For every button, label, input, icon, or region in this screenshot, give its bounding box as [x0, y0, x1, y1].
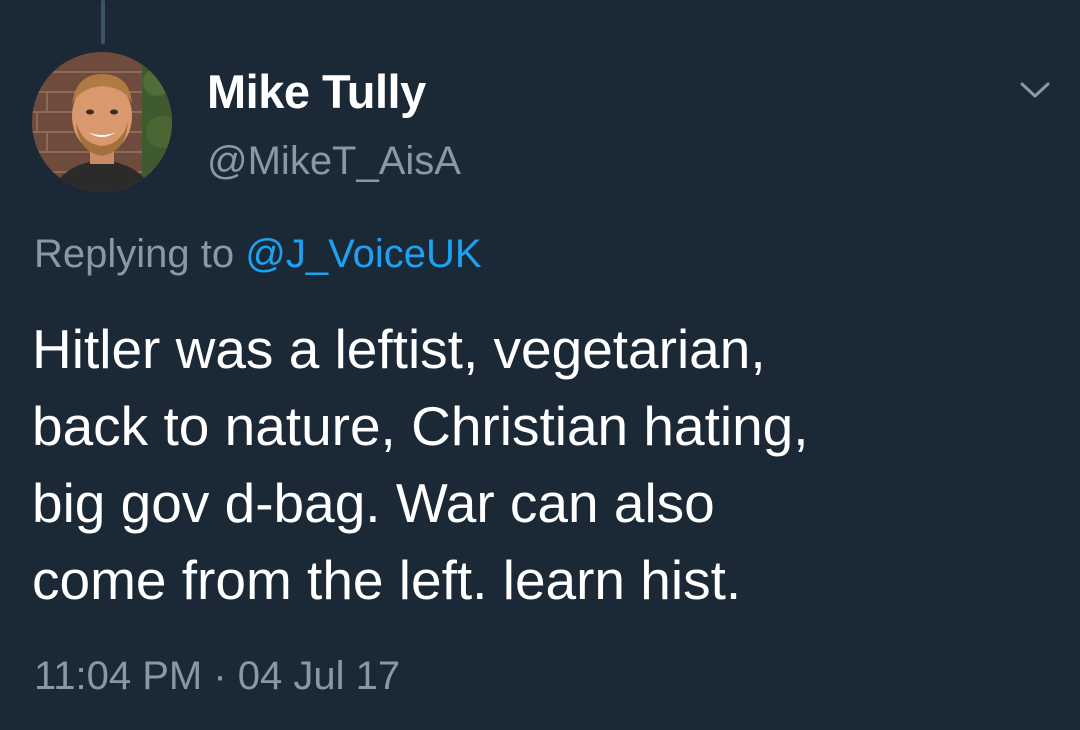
- replying-to-mention-link[interactable]: @J_VoiceUK: [245, 232, 481, 276]
- tweet-timestamp[interactable]: 11:04 PM · 04 Jul 17: [34, 650, 400, 702]
- replying-to-label: Replying to: [34, 232, 235, 276]
- profile-photo-icon: [32, 52, 172, 192]
- tweet-text: Hitler was a leftist, vegetarian, back t…: [32, 318, 809, 611]
- replying-to-line: Replying to @J_VoiceUK: [34, 228, 482, 280]
- avatar[interactable]: [32, 52, 172, 192]
- author-handle[interactable]: @MikeT_AisA: [207, 136, 461, 186]
- chevron-down-icon[interactable]: [1018, 78, 1052, 102]
- author-display-name[interactable]: Mike Tully: [207, 64, 426, 120]
- thread-connector-line: [101, 0, 105, 44]
